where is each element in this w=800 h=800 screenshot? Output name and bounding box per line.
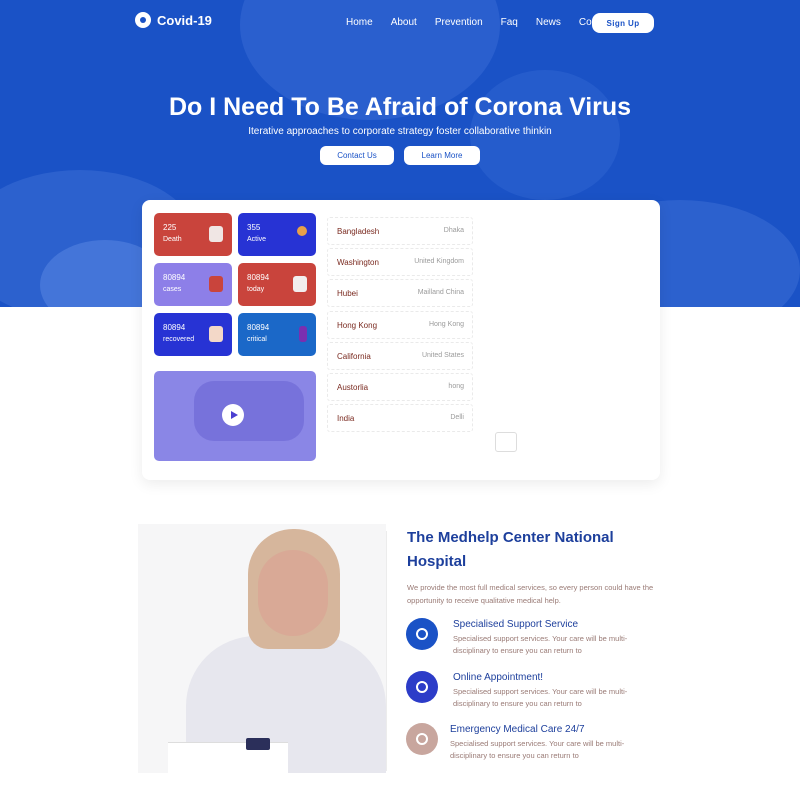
location-city: Washington — [337, 258, 379, 268]
location-region: Hong Kong — [428, 320, 464, 328]
location-region: Delli — [450, 414, 464, 422]
stat-tile-death[interactable]: 225 Death — [154, 213, 232, 256]
location-city: Bangladesh — [337, 227, 380, 236]
photo-face — [258, 550, 328, 636]
nav-menu: Home About Prevention Faq News Contact — [346, 17, 631, 28]
list-item[interactable]: California United States — [327, 341, 473, 370]
feature-description: Specialised support services. Your care … — [450, 739, 625, 760]
appointment-icon — [406, 671, 438, 703]
hero-actions: Contact Us Learn More — [320, 146, 480, 165]
hero-title: Do I Need To Be Afraid of Corona Virus — [168, 93, 632, 121]
location-city: Hubei — [337, 289, 358, 299]
play-button[interactable] — [222, 404, 244, 426]
brand-name: Covid-19 — [157, 12, 212, 28]
box-icon — [209, 276, 223, 292]
feature-title[interactable]: Specialised Support Service — [453, 619, 578, 630]
video-thumbnail[interactable] — [154, 371, 316, 461]
location-city: Austorlia — [337, 382, 369, 392]
virus-molecule-icon — [297, 226, 307, 236]
location-city: India — [337, 414, 355, 424]
location-list: Bangladesh Dhaka Washington United Kingdom… — [327, 217, 473, 435]
about-description: We provide the most full medical service… — [407, 583, 654, 605]
feature-description: Specialised support services. Your care … — [453, 634, 628, 655]
doctor-icon — [209, 226, 223, 242]
nav-item-home[interactable]: Home — [346, 17, 373, 28]
list-item[interactable]: Hubei Mailland China — [327, 279, 473, 308]
stats-panel: 225 Death 355 Active 80894 cases 80894 t… — [142, 200, 660, 480]
nurse-icon — [209, 326, 223, 342]
virus-logo-icon — [135, 12, 151, 28]
section-divider — [386, 531, 387, 771]
doctor-photo — [138, 524, 386, 773]
location-region: United States — [421, 351, 464, 359]
nav-item-about[interactable]: About — [391, 17, 417, 28]
about-title: The Medhelp Center National Hospital — [407, 529, 614, 570]
location-region: hong — [448, 382, 464, 390]
sanitizer-icon — [299, 326, 307, 342]
feature-description: Specialised support services. Your care … — [453, 687, 628, 708]
list-item[interactable]: Bangladesh Dhaka — [327, 217, 473, 245]
emergency-icon — [406, 723, 438, 755]
location-city: Hong Kong — [337, 320, 378, 330]
stat-tile-cases[interactable]: 80894 cases — [154, 263, 232, 306]
location-region: Mailland China — [417, 289, 464, 297]
top-nav: Covid-19 Home About Prevention Faq News … — [0, 12, 800, 34]
photo-phone — [246, 738, 270, 750]
brand-logo[interactable]: Covid-19 — [135, 12, 212, 28]
photo-notebook — [168, 742, 288, 773]
sign-up-button[interactable]: Sign Up — [592, 13, 654, 33]
location-region: United Kingdom — [414, 258, 464, 266]
nav-item-faq[interactable]: Faq — [501, 17, 518, 28]
list-item[interactable]: Austorlia hong — [327, 372, 473, 401]
play-icon — [230, 411, 238, 419]
report-icon — [293, 276, 307, 292]
list-item[interactable]: India Delli — [327, 404, 473, 433]
nav-item-news[interactable]: News — [536, 17, 561, 28]
feature-title[interactable]: Emergency Medical Care 24/7 — [450, 724, 585, 735]
nav-item-prevention[interactable]: Prevention — [435, 17, 483, 28]
list-item[interactable]: Hong Kong Hong Kong — [327, 310, 473, 339]
list-item[interactable]: Washington United Kingdom — [327, 248, 473, 277]
scroll-handle[interactable] — [495, 432, 517, 452]
feature-title[interactable]: Online Appointment! — [453, 672, 543, 683]
location-region: Dhaka — [443, 227, 464, 234]
stat-tile-recovered[interactable]: 80894 recovered — [154, 313, 232, 356]
support-icon — [406, 618, 438, 650]
learn-more-button[interactable]: Learn More — [404, 146, 480, 165]
stat-tile-today[interactable]: 80894 today — [238, 263, 316, 306]
contact-us-button[interactable]: Contact Us — [320, 146, 394, 165]
hero-subtitle: Iterative approaches to corporate strate… — [248, 126, 552, 137]
stat-tile-critical[interactable]: 80894 critical — [238, 313, 316, 356]
stat-tile-active[interactable]: 355 Active — [238, 213, 316, 256]
stat-label: Active — [247, 236, 267, 243]
video-preview-image — [194, 381, 304, 441]
location-city: California — [337, 351, 371, 361]
